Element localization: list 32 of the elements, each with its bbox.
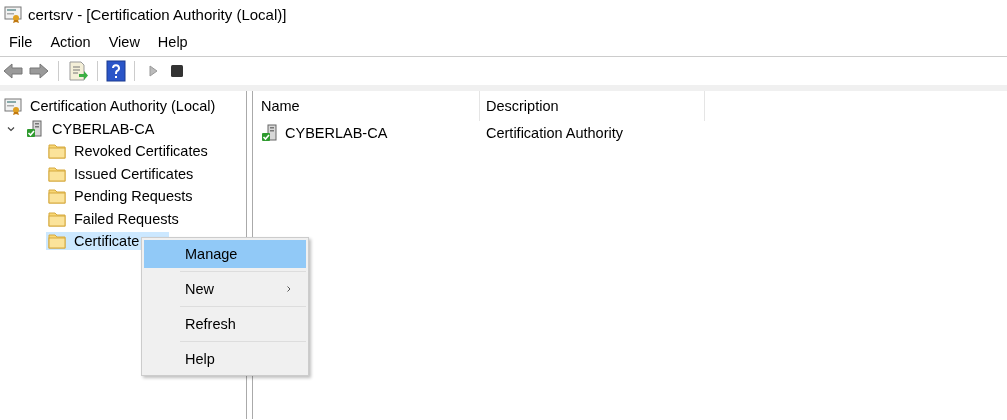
tree-item[interactable]: Certification Authority (Local) bbox=[2, 96, 218, 117]
folder-icon bbox=[48, 165, 66, 182]
menu-item[interactable]: File bbox=[2, 31, 40, 53]
server-icon bbox=[26, 119, 44, 138]
export-list-icon[interactable] bbox=[67, 60, 89, 82]
back-arrow-icon[interactable] bbox=[2, 61, 24, 81]
tree-item[interactable]: Pending Requests bbox=[46, 187, 195, 206]
folder-icon bbox=[48, 188, 66, 205]
certificate-icon bbox=[4, 97, 22, 116]
menu-item[interactable]: View bbox=[101, 31, 147, 53]
tree-item[interactable]: Revoked Certificates bbox=[46, 142, 210, 161]
folder-icon bbox=[48, 233, 66, 250]
app-icon bbox=[4, 5, 22, 23]
table-cell: Certification Authority bbox=[486, 125, 623, 141]
folder-icon bbox=[48, 143, 66, 160]
menu-item[interactable]: Action bbox=[43, 31, 98, 53]
window-title: certsrv - [Certification Authority (Local)] bbox=[28, 5, 287, 23]
context-menu-item[interactable]: Refresh bbox=[144, 310, 306, 338]
column-header[interactable]: Name bbox=[255, 91, 480, 121]
server-icon bbox=[261, 124, 279, 142]
context-menu-item[interactable]: Help bbox=[144, 345, 306, 373]
menu-item[interactable]: Help bbox=[150, 31, 195, 53]
tree-item[interactable]: Issued Certificates bbox=[46, 164, 196, 183]
folder-icon bbox=[48, 210, 66, 227]
context-menu-item[interactable]: Manage bbox=[144, 240, 306, 268]
column-header[interactable]: Description bbox=[480, 91, 705, 121]
tree-item[interactable]: Failed Requests bbox=[46, 209, 181, 228]
help-icon[interactable] bbox=[106, 60, 126, 82]
list-item-name[interactable]: CYBERLAB-CA bbox=[285, 125, 388, 141]
forward-arrow-icon[interactable] bbox=[28, 61, 50, 81]
context-menu-item[interactable]: New bbox=[144, 275, 306, 303]
tree-item[interactable]: CYBERLAB-CA bbox=[24, 118, 157, 139]
